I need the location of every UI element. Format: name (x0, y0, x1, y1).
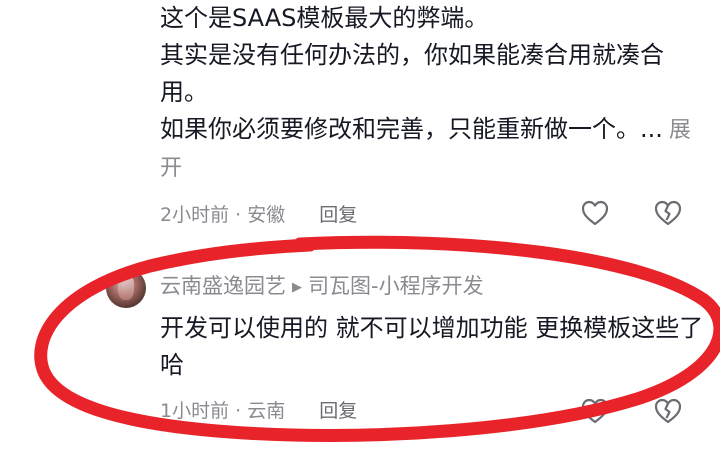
meta-separator: · (235, 400, 248, 422)
comment-text: 这个是SAAS模板最大的弊端。 其实是没有任何办法的，你如果能凑合用就凑合用。 … (160, 0, 705, 187)
comment-meta: 2小时前 · 安徽 回复 (160, 200, 357, 227)
broken-heart-icon (654, 200, 682, 226)
reply-header: 云南盛逸园艺 ▶ 司瓦图-小程序开发 (160, 270, 484, 300)
reply-like-button[interactable] (580, 396, 610, 426)
comment-line-2: 其实是没有任何办法的，你如果能凑合用就凑合用。 (160, 41, 664, 106)
reply-text: 开发可以使用的 就不可以增加功能 更换模板这些了哈 (160, 314, 704, 379)
comment-line-1: 这个是SAAS模板最大的弊端。 (160, 4, 489, 32)
like-button[interactable] (580, 198, 610, 228)
comment-time: 2小时前 (160, 204, 230, 226)
reply-avatar[interactable] (106, 268, 146, 308)
comment-line-3-text: 如果你必须要修改和完善，只能重新做一个。... (160, 115, 663, 143)
dislike-button[interactable] (653, 198, 683, 228)
reply-author[interactable]: 云南盛逸园艺 (160, 274, 286, 298)
heart-outline-icon (581, 200, 609, 226)
reply-time: 1小时前 (160, 400, 230, 422)
reply-location: 云南 (247, 400, 286, 422)
reply-to-name[interactable]: 司瓦图-小程序开发 (308, 274, 484, 298)
reply-reply-button[interactable]: 回复 (319, 400, 357, 422)
reply-meta: 1小时前 · 云南 回复 (160, 396, 357, 423)
reply-dislike-button[interactable] (653, 396, 683, 426)
triangle-right-icon: ▶ (292, 280, 302, 295)
comment-reply-button[interactable]: 回复 (319, 204, 357, 226)
broken-heart-icon (654, 398, 682, 424)
comment-line-3: 如果你必须要修改和完善，只能重新做一个。... 展开 (160, 111, 705, 187)
comment-location: 安徽 (247, 204, 286, 226)
meta-separator: · (235, 204, 248, 226)
heart-outline-icon (581, 398, 609, 424)
